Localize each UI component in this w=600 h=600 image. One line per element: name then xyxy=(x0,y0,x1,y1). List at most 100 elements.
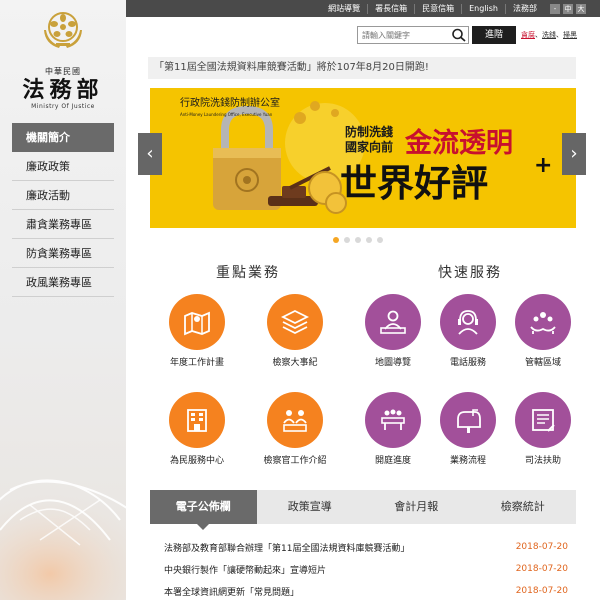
list-item[interactable]: 中央銀行製作「讓硬幣動起來」宣導短片 2018-07-20 xyxy=(164,558,568,580)
top-link-director-mailbox[interactable]: 署長信箱 xyxy=(367,3,414,14)
service-label: 管轄區域 xyxy=(524,358,561,368)
service-circle xyxy=(440,392,496,448)
tab-statistics[interactable]: 檢察統計 xyxy=(470,490,577,524)
service-label: 電話服務 xyxy=(449,358,486,368)
padlock-icon xyxy=(213,105,281,210)
top-utility-bar: 網站導覽 署長信箱 民意信箱 English 法務部 - 中 大 xyxy=(126,0,600,17)
top-link-sitemap[interactable]: 網站導覽 xyxy=(321,4,367,14)
news-date: 2018-07-20 xyxy=(515,542,568,552)
carousel-dot[interactable] xyxy=(344,237,350,243)
meeting-icon xyxy=(381,409,405,430)
search-icon[interactable] xyxy=(451,28,467,42)
carousel-dot[interactable] xyxy=(366,237,372,243)
news-date: 2018-07-20 xyxy=(515,586,568,596)
service-label: 業務流程 xyxy=(449,456,486,466)
service-annual-plan[interactable]: 年度工作計畫 xyxy=(157,294,237,368)
top-link-ministry[interactable]: 法務部 xyxy=(505,3,544,14)
top-link-english[interactable]: English xyxy=(461,3,505,14)
service-process[interactable]: 業務流程 xyxy=(428,392,508,466)
banner-line2: 國家向前 xyxy=(345,139,393,154)
logo-country: 中華民國 xyxy=(45,67,81,76)
top-link-public-mailbox[interactable]: 民意信箱 xyxy=(414,3,461,14)
news-title[interactable]: 法務部及教育部聯合辦理「第11屆全國法規資料庫競賽活動」 xyxy=(164,541,409,554)
logo-english: Ministry Of Justice xyxy=(31,103,95,110)
tab-accounting[interactable]: 會計月報 xyxy=(363,490,470,524)
service-circle xyxy=(440,294,496,350)
service-court-progress[interactable]: 開庭進度 xyxy=(353,392,433,466)
sidebar-item-anti-corruption[interactable]: 肅貪業務專區 xyxy=(12,210,114,239)
service-circle xyxy=(365,392,421,448)
tab-bulletin[interactable]: 電子公佈欄 xyxy=(150,490,257,530)
news-list: 法務部及教育部聯合辦理「第11屆全國法規資料庫競賽活動」 2018-07-20 … xyxy=(164,536,568,600)
sidebar-item-activities[interactable]: 廉政活動 xyxy=(12,181,114,210)
carousel-dot[interactable] xyxy=(377,237,383,243)
banner-agency-cn: 行政院洗錢防制辦公室 xyxy=(180,96,280,109)
service-circle xyxy=(515,392,571,448)
map-icon xyxy=(184,311,210,336)
font-medium-button[interactable]: 中 xyxy=(563,4,573,14)
service-circle xyxy=(267,294,323,350)
tab-policy[interactable]: 政策宣導 xyxy=(257,490,364,524)
key-services-title: 重點業務 xyxy=(216,265,280,281)
hot-keyword-3[interactable]: 掃黑 xyxy=(563,31,577,39)
hands-group-icon xyxy=(530,312,556,334)
service-label: 年度工作計畫 xyxy=(169,358,224,368)
service-map-guide[interactable]: 地圖導覽 xyxy=(353,294,433,368)
banner-plus: + xyxy=(534,153,552,178)
advanced-search-button[interactable]: 進階 xyxy=(472,26,516,44)
banner-agency-en: Anti-Money Laundering Office, Executive … xyxy=(180,112,273,117)
building-icon xyxy=(187,409,207,432)
news-title[interactable]: 中央銀行製作「讓硬幣動起來」宣導短片 xyxy=(164,563,326,576)
quick-services-title: 快速服務 xyxy=(438,265,502,281)
service-circle xyxy=(365,294,421,350)
service-circle xyxy=(169,392,225,448)
service-circle xyxy=(515,294,571,350)
hot-keywords: 貪腐、洗錢、掃黑 xyxy=(521,31,577,39)
service-jurisdiction[interactable]: 管轄區域 xyxy=(503,294,583,368)
hot-keyword-2[interactable]: 洗錢 xyxy=(542,31,556,39)
carousel-next-icon[interactable]: › xyxy=(562,133,586,175)
service-circle xyxy=(267,392,323,448)
people-icon xyxy=(283,410,307,432)
sidebar-item-prevention[interactable]: 防貪業務專區 xyxy=(12,239,114,268)
font-large-button[interactable]: 大 xyxy=(576,4,586,14)
carousel-dots xyxy=(333,237,383,243)
logo-title: 法務部 xyxy=(22,77,104,103)
banner-line1: 防制洗錢 xyxy=(345,124,393,139)
carousel-prev-icon[interactable]: ‹ xyxy=(138,133,162,175)
service-label: 地圖導覽 xyxy=(374,358,411,368)
news-title[interactable]: 本署全球資訊網更新「常見問題」 xyxy=(164,585,299,598)
hot-keyword-1[interactable]: 貪腐 xyxy=(521,31,535,39)
banner-headline2: 世界好評 xyxy=(340,162,488,205)
list-item[interactable]: 法務部及教育部聯合辦理「第11屆全國法規資料庫競賽活動」 2018-07-20 xyxy=(164,536,568,558)
font-small-button[interactable]: - xyxy=(550,4,560,14)
news-marquee[interactable]: 「第11屆全國法規資料庫競賽活動」將於107年8月20日開跑! xyxy=(148,57,576,79)
carousel-dot[interactable] xyxy=(355,237,361,243)
document-icon xyxy=(532,409,555,432)
site-logo[interactable]: 中華民國 法務部 Ministry Of Justice xyxy=(0,10,126,110)
list-item[interactable]: 本署全球資訊網更新「常見問題」 2018-07-20 xyxy=(164,580,568,600)
service-prosecution-events[interactable]: 檢察大事紀 xyxy=(255,294,335,368)
service-label: 檢察大事紀 xyxy=(272,358,318,368)
side-nav: 機關簡介 廉政政策 廉政活動 肅貪業務專區 防貪業務專區 政風業務專區 xyxy=(12,123,114,297)
service-public-center[interactable]: 為民服務中心 xyxy=(157,392,237,466)
bulletin-tabs: 電子公佈欄 政策宣導 會計月報 檢察統計 xyxy=(150,490,577,530)
service-label: 司法扶助 xyxy=(524,456,561,466)
service-legal-aid[interactable]: 司法扶助 xyxy=(503,392,583,466)
ministry-emblem-icon xyxy=(44,12,82,48)
hero-banner[interactable]: 行政院洗錢防制辦公室 Anti-Money Laundering Office,… xyxy=(150,88,576,228)
sidebar-item-ethics[interactable]: 政風業務專區 xyxy=(12,268,114,297)
service-circle xyxy=(169,294,225,350)
hand-decoration-icon xyxy=(0,479,126,600)
sidebar-item-policy[interactable]: 廉政政策 xyxy=(12,152,114,181)
reception-icon xyxy=(380,310,406,334)
sidebar: 中華民國 法務部 Ministry Of Justice 機關簡介 廉政政策 廉… xyxy=(0,0,126,600)
service-prosecutor-intro[interactable]: 檢察官工作介紹 xyxy=(255,392,335,466)
service-phone[interactable]: 電話服務 xyxy=(428,294,508,368)
carousel-dot[interactable] xyxy=(333,237,339,243)
news-date: 2018-07-20 xyxy=(515,564,568,574)
headset-icon xyxy=(458,310,478,335)
sidebar-item-about[interactable]: 機關簡介 xyxy=(12,123,114,152)
top-links: 網站導覽 署長信箱 民意信箱 English 法務部 xyxy=(321,0,544,17)
mailbox-icon xyxy=(457,409,481,433)
